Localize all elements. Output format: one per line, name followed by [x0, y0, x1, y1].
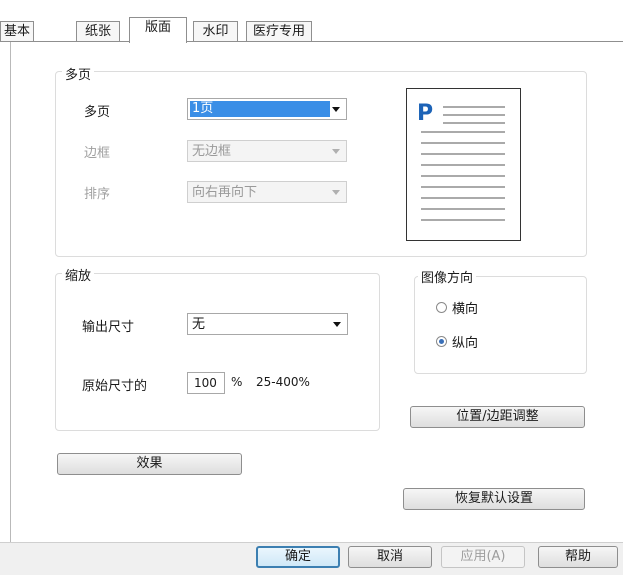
tab-basic[interactable]: 基本	[0, 21, 34, 41]
portrait-radio[interactable]	[436, 336, 447, 347]
percent-range: 25-400%	[256, 375, 310, 389]
border-value: 无边框	[192, 144, 232, 159]
ok-button[interactable]: 确定	[256, 546, 340, 568]
pages-label: 多页	[84, 105, 111, 120]
multipage-group-label: 多页	[62, 64, 95, 83]
order-value: 向右再向下	[192, 185, 258, 200]
order-label: 排序	[84, 187, 111, 202]
pages-selected-value: 1页	[190, 101, 330, 117]
tab-medical[interactable]: 医疗专用	[246, 21, 312, 41]
tab-paper[interactable]: 纸张	[76, 21, 120, 41]
border-label: 边框	[84, 146, 111, 161]
pages-select[interactable]: 1页	[187, 98, 347, 120]
scaling-group	[55, 273, 380, 431]
landscape-label[interactable]: 横向	[452, 298, 478, 317]
position-margin-button[interactable]: 位置/边距调整	[410, 406, 585, 428]
percent-unit: %	[231, 375, 243, 389]
chevron-down-icon	[332, 149, 340, 154]
border-select[interactable]: 无边框	[187, 140, 347, 162]
output-size-select[interactable]: 无	[187, 313, 348, 335]
output-size-value: 无	[192, 317, 206, 332]
tab-strip: 基本 纸张 版面 水印 医疗专用	[0, 0, 623, 43]
chevron-down-icon	[332, 107, 340, 112]
help-button[interactable]: 帮助	[538, 546, 618, 568]
portrait-label[interactable]: 纵向	[452, 332, 478, 351]
cancel-button[interactable]: 取消	[348, 546, 432, 568]
chevron-down-icon	[332, 190, 340, 195]
preview-lines	[421, 106, 505, 221]
apply-button[interactable]: 应用(A)	[441, 546, 525, 568]
chevron-down-icon	[333, 322, 341, 327]
tab-layout[interactable]: 版面	[129, 17, 187, 43]
order-select[interactable]: 向右再向下	[187, 181, 347, 203]
tab-watermark[interactable]: 水印	[193, 21, 238, 41]
effects-button[interactable]: 效果	[57, 453, 242, 475]
output-size-label: 输出尺寸	[82, 320, 135, 335]
percent-input[interactable]: 100	[187, 372, 225, 394]
restore-defaults-button[interactable]: 恢复默认设置	[403, 488, 585, 510]
orientation-group	[414, 276, 587, 374]
landscape-radio[interactable]	[436, 302, 447, 313]
orientation-group-label: 图像方向	[418, 267, 477, 286]
page-preview: P	[406, 88, 521, 241]
scaling-group-label: 缩放	[62, 265, 95, 284]
original-size-label: 原始尺寸的	[82, 379, 148, 394]
